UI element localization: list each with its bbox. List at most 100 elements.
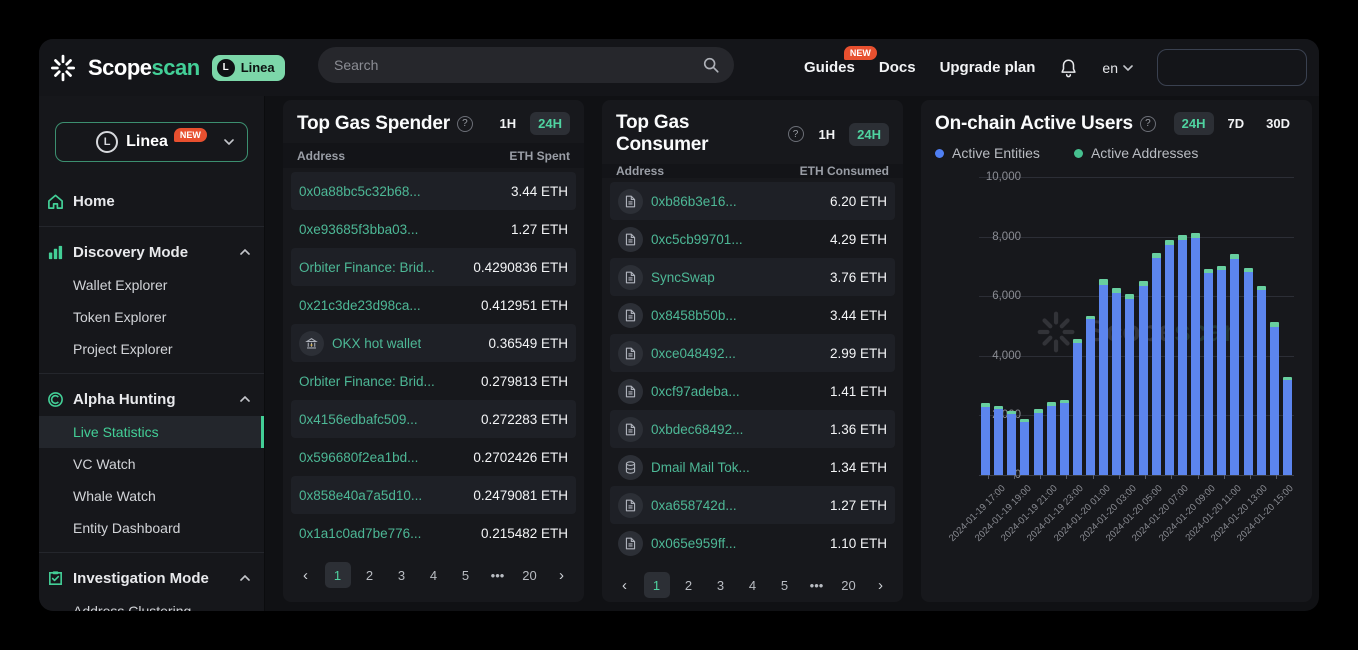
next-page-button[interactable]: › bbox=[868, 572, 894, 598]
page-button-3[interactable]: 3 bbox=[389, 562, 415, 588]
table-row[interactable]: 0xb86b3e16...6.20 ETH bbox=[610, 182, 895, 220]
table-row[interactable]: 0xe93685f3bba03...1.27 ETH bbox=[291, 210, 576, 248]
address-link[interactable]: 0x065e959ff... bbox=[651, 536, 736, 551]
address-link[interactable]: 0x0a88bc5c32b68... bbox=[299, 184, 421, 199]
table-row[interactable]: 0xbdec68492...1.36 ETH bbox=[610, 410, 895, 448]
sidebar-item-home[interactable]: Home bbox=[39, 184, 264, 218]
help-icon[interactable]: ? bbox=[457, 116, 473, 132]
page-button-1[interactable]: 1 bbox=[644, 572, 670, 598]
legend-item[interactable]: Active Entities bbox=[935, 145, 1040, 161]
page-button-4[interactable]: 4 bbox=[421, 562, 447, 588]
sidebar-item-whale-watch[interactable]: Whale Watch bbox=[39, 480, 264, 512]
nav-guides[interactable]: Guides NEW bbox=[804, 59, 855, 76]
address-link[interactable]: SyncSwap bbox=[651, 270, 715, 285]
bar-hour-15[interactable] bbox=[1178, 235, 1187, 475]
toggle-7d[interactable]: 7D bbox=[1220, 112, 1253, 135]
bar-hour-22[interactable] bbox=[1270, 322, 1279, 475]
sidebar-item-wallet-explorer[interactable]: Wallet Explorer bbox=[39, 269, 264, 301]
bar-hour-5[interactable] bbox=[1047, 402, 1056, 475]
address-link[interactable]: Orbiter Finance: Brid... bbox=[299, 374, 435, 389]
address-link[interactable]: 0x1a1c0ad7be776... bbox=[299, 526, 421, 541]
bar-hour-13[interactable] bbox=[1152, 253, 1161, 475]
bar-hour-2[interactable] bbox=[1007, 411, 1016, 475]
table-row[interactable]: 0xcf97adeba...1.41 ETH bbox=[610, 372, 895, 410]
address-link[interactable]: 0xc5cb99701... bbox=[651, 232, 743, 247]
page-button-5[interactable]: 5 bbox=[453, 562, 479, 588]
nav-upgrade-plan[interactable]: Upgrade plan bbox=[940, 59, 1036, 76]
table-row[interactable]: Orbiter Finance: Brid...0.4290836 ETH bbox=[291, 248, 576, 286]
sidebar-item-project-explorer[interactable]: Project Explorer bbox=[39, 333, 264, 365]
address-link[interactable]: 0xe93685f3bba03... bbox=[299, 222, 418, 237]
table-row[interactable]: Dmail Mail Tok...1.34 ETH bbox=[610, 448, 895, 486]
bar-hour-16[interactable] bbox=[1191, 233, 1200, 475]
address-link[interactable]: Orbiter Finance: Brid... bbox=[299, 260, 435, 275]
bar-hour-11[interactable] bbox=[1125, 294, 1134, 475]
table-row[interactable]: 0x4156edbafc509...0.272283 ETH bbox=[291, 400, 576, 438]
address-link[interactable]: 0xcf97adeba... bbox=[651, 384, 740, 399]
table-row[interactable]: 0x858e40a7a5d10...0.2479081 ETH bbox=[291, 476, 576, 514]
table-row[interactable]: 0x0a88bc5c32b68...3.44 ETH bbox=[291, 172, 576, 210]
address-link[interactable]: 0x21c3de23d98ca... bbox=[299, 298, 421, 313]
bar-hour-6[interactable] bbox=[1060, 400, 1069, 475]
table-row[interactable]: 0xc5cb99701...4.29 ETH bbox=[610, 220, 895, 258]
address-link[interactable]: Dmail Mail Tok... bbox=[651, 460, 750, 475]
page-button-20[interactable]: 20 bbox=[517, 562, 543, 588]
language-selector[interactable]: en bbox=[1102, 60, 1133, 76]
table-row[interactable]: 0x596680f2ea1bd...0.2702426 ETH bbox=[291, 438, 576, 476]
prev-page-button[interactable]: ‹ bbox=[293, 562, 319, 588]
page-button-4[interactable]: 4 bbox=[740, 572, 766, 598]
address-link[interactable]: 0x858e40a7a5d10... bbox=[299, 488, 422, 503]
page-ellipsis-button[interactable]: ••• bbox=[804, 572, 830, 598]
table-row[interactable]: SyncSwap3.76 ETH bbox=[610, 258, 895, 296]
bar-hour-7[interactable] bbox=[1073, 339, 1082, 475]
sidebar-item-token-explorer[interactable]: Token Explorer bbox=[39, 301, 264, 333]
header-action-button[interactable] bbox=[1157, 49, 1307, 86]
next-page-button[interactable]: › bbox=[549, 562, 575, 588]
address-link[interactable]: 0xa658742d... bbox=[651, 498, 737, 513]
sidebar-item-alpha-hunting[interactable]: Alpha Hunting bbox=[39, 382, 264, 416]
bar-hour-23[interactable] bbox=[1283, 377, 1292, 475]
bar-hour-14[interactable] bbox=[1165, 240, 1174, 475]
sidebar-item-address-clustering[interactable]: Address Clustering bbox=[39, 595, 264, 611]
table-row[interactable]: OKX hot wallet0.36549 ETH bbox=[291, 324, 576, 362]
bar-hour-12[interactable] bbox=[1139, 281, 1148, 475]
address-link[interactable]: 0xb86b3e16... bbox=[651, 194, 737, 209]
address-link[interactable]: 0xbdec68492... bbox=[651, 422, 743, 437]
bell-icon[interactable] bbox=[1059, 58, 1078, 78]
bar-hour-19[interactable] bbox=[1230, 254, 1239, 475]
bar-hour-3[interactable] bbox=[1020, 419, 1029, 475]
toggle-30d[interactable]: 30D bbox=[1258, 112, 1298, 135]
table-row[interactable]: 0x065e959ff...1.10 ETH bbox=[610, 524, 895, 562]
sidebar-item-investigation-mode[interactable]: Investigation Mode bbox=[39, 561, 264, 595]
bar-hour-18[interactable] bbox=[1217, 266, 1226, 475]
bar-hour-20[interactable] bbox=[1244, 268, 1253, 475]
table-row[interactable]: 0xce048492...2.99 ETH bbox=[610, 334, 895, 372]
page-button-1[interactable]: 1 bbox=[325, 562, 351, 588]
prev-page-button[interactable]: ‹ bbox=[612, 572, 638, 598]
nav-docs[interactable]: Docs bbox=[879, 59, 916, 76]
table-row[interactable]: 0x21c3de23d98ca...0.412951 ETH bbox=[291, 286, 576, 324]
sidebar-item-live-statistics[interactable]: Live Statistics bbox=[39, 416, 264, 448]
table-row[interactable]: 0xa658742d...1.27 ETH bbox=[610, 486, 895, 524]
table-row[interactable]: Orbiter Finance: Brid...0.279813 ETH bbox=[291, 362, 576, 400]
bar-hour-21[interactable] bbox=[1257, 286, 1266, 475]
page-button-20[interactable]: 20 bbox=[836, 572, 862, 598]
chain-selector[interactable]: L Linea NEW bbox=[55, 122, 248, 162]
table-row[interactable]: 0x8458b50b...3.44 ETH bbox=[610, 296, 895, 334]
toggle-1h[interactable]: 1H bbox=[492, 112, 525, 135]
brand[interactable]: Scopescan L Linea bbox=[39, 53, 285, 83]
sidebar-item-entity-dashboard[interactable]: Entity Dashboard bbox=[39, 512, 264, 544]
page-button-2[interactable]: 2 bbox=[676, 572, 702, 598]
page-ellipsis-button[interactable]: ••• bbox=[485, 562, 511, 588]
toggle-24h[interactable]: 24H bbox=[849, 123, 889, 146]
search-bar[interactable] bbox=[318, 47, 734, 83]
page-button-2[interactable]: 2 bbox=[357, 562, 383, 588]
bar-hour-8[interactable] bbox=[1086, 316, 1095, 475]
bar-hour-17[interactable] bbox=[1204, 269, 1213, 475]
address-link[interactable]: 0x8458b50b... bbox=[651, 308, 737, 323]
address-link[interactable]: 0x4156edbafc509... bbox=[299, 412, 418, 427]
page-button-5[interactable]: 5 bbox=[772, 572, 798, 598]
bar-hour-0[interactable] bbox=[981, 403, 990, 475]
address-link[interactable]: 0x596680f2ea1bd... bbox=[299, 450, 418, 465]
search-input[interactable] bbox=[334, 57, 702, 73]
